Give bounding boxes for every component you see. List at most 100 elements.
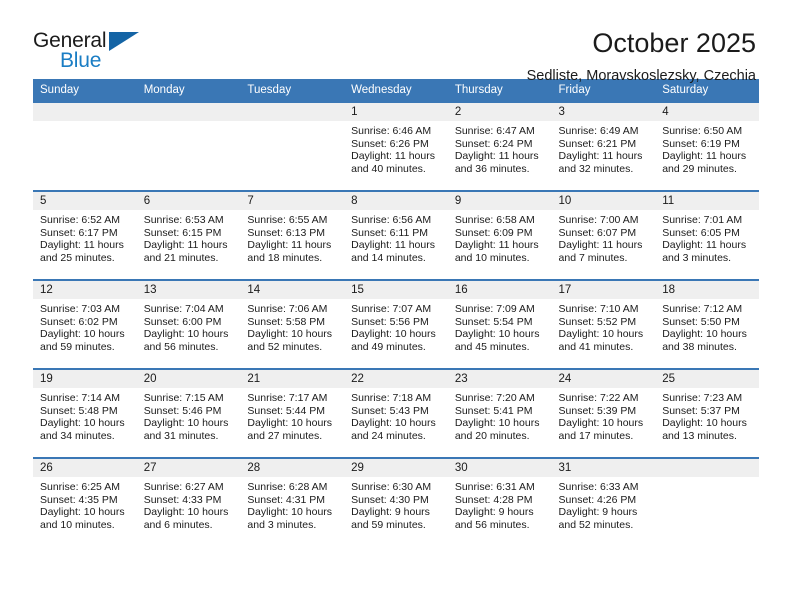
calendar-day-cell[interactable]: 22 Sunrise: 7:18 AM Sunset: 5:43 PM Dayligh…	[344, 368, 448, 458]
calendar-day-cell[interactable]: 10 Sunrise: 7:00 AM Sunset: 6:07 PM Dayligh…	[551, 190, 656, 280]
day-sun-info: Sunrise: 7:17 AM Sunset: 5:44 PM Daylight:…	[240, 388, 344, 442]
day-sun-info: Sunrise: 6:58 AM Sunset: 6:09 PM Daylight:…	[448, 210, 552, 264]
calendar-day-cell[interactable]: 25 Sunrise: 7:23 AM Sunset: 5:37 PM Dayligh…	[655, 368, 759, 458]
calendar-day-cell[interactable]: 16 Sunrise: 7:09 AM Sunset: 5:54 PM Dayligh…	[447, 279, 552, 369]
calendar-day-cell[interactable]: 4 Sunrise: 6:50 AM Sunset: 6:19 PM Daylight…	[655, 101, 759, 191]
calendar-day-cell[interactable]: 13 Sunrise: 7:04 AM Sunset: 6:00 PM Dayligh…	[136, 279, 241, 369]
daylight-text: Daylight: 10 hours and 27 minutes.	[247, 417, 333, 442]
day-sun-info: Sunrise: 7:09 AM Sunset: 5:54 PM Daylight:…	[448, 299, 552, 353]
calendar-day-cell[interactable]: 28 Sunrise: 6:28 AM Sunset: 4:31 PM Dayligh…	[240, 457, 345, 547]
calendar-day-cell[interactable]: 8 Sunrise: 6:56 AM Sunset: 6:11 PM Daylight…	[344, 190, 448, 280]
day-sun-info: Sunrise: 7:06 AM Sunset: 5:58 PM Daylight:…	[240, 299, 344, 353]
sunrise-text: Sunrise: 7:22 AM	[558, 392, 639, 404]
day-sun-info: Sunrise: 7:12 AM Sunset: 5:50 PM Daylight:…	[655, 299, 759, 353]
sunrise-text: Sunrise: 6:25 AM	[40, 481, 120, 493]
day-number: 26	[33, 459, 137, 477]
day-number: 15	[344, 281, 448, 299]
day-number: 27	[136, 459, 241, 477]
calendar-day-cell[interactable]: 7 Sunrise: 6:55 AM Sunset: 6:13 PM Daylight…	[240, 190, 345, 280]
day-number: 14	[240, 281, 345, 299]
daylight-text: Daylight: 11 hours and 3 minutes.	[662, 239, 747, 264]
calendar-day-cell[interactable]: 11 Sunrise: 7:01 AM Sunset: 6:05 PM Dayligh…	[655, 190, 759, 280]
day-sun-info: Sunrise: 6:50 AM Sunset: 6:19 PM Daylight:…	[655, 121, 759, 175]
calendar-day-cell[interactable]: 30 Sunrise: 6:31 AM Sunset: 4:28 PM Dayligh…	[447, 457, 552, 547]
calendar-day-cell[interactable]: 23 Sunrise: 7:20 AM Sunset: 5:41 PM Dayligh…	[447, 368, 552, 458]
day-number: 17	[551, 281, 656, 299]
sunset-text: Sunset: 6:09 PM	[454, 226, 533, 239]
daylight-text: Daylight: 10 hours and 45 minutes.	[454, 328, 540, 353]
sunset-text: Sunset: 5:43 PM	[351, 404, 429, 417]
title-block: October 2025 Sedliste, Moravskoslezsky, …	[155, 28, 759, 86]
sunrise-text: Sunrise: 7:10 AM	[558, 303, 639, 315]
general-blue-logo[interactable]: General Blue	[33, 28, 155, 78]
daylight-text: Daylight: 10 hours and 6 minutes.	[143, 506, 229, 531]
daylight-text: Daylight: 11 hours and 40 minutes.	[351, 150, 435, 175]
calendar-day-cell[interactable]: 18 Sunrise: 7:12 AM Sunset: 5:50 PM Dayligh…	[655, 279, 759, 369]
day-number	[240, 103, 345, 121]
calendar-day-cell[interactable]: 21 Sunrise: 7:17 AM Sunset: 5:44 PM Dayligh…	[240, 368, 345, 458]
calendar-day-cell[interactable]: 15 Sunrise: 7:07 AM Sunset: 5:56 PM Dayligh…	[344, 279, 448, 369]
day-number: 5	[33, 192, 137, 210]
sunrise-text: Sunrise: 6:33 AM	[558, 481, 639, 493]
sunset-text: Sunset: 6:07 PM	[558, 226, 637, 239]
day-number	[33, 103, 137, 121]
sunrise-text: Sunrise: 7:12 AM	[662, 303, 743, 315]
sunset-text: Sunset: 6:19 PM	[662, 137, 740, 150]
page-header: General Blue October 2025 Sedliste, Mora…	[33, 0, 759, 84]
sunrise-text: Sunrise: 6:46 AM	[351, 125, 432, 137]
sunset-text: Sunset: 5:41 PM	[454, 404, 533, 417]
day-number: 8	[344, 192, 448, 210]
calendar-day-cell[interactable]: 19 Sunrise: 7:14 AM Sunset: 5:48 PM Dayligh…	[33, 368, 137, 458]
sunrise-text: Sunrise: 7:14 AM	[40, 392, 120, 404]
calendar-day-cell[interactable]: 5 Sunrise: 6:52 AM Sunset: 6:17 PM Daylight…	[33, 190, 137, 280]
sunrise-text: Sunrise: 7:15 AM	[143, 392, 224, 404]
daylight-text: Daylight: 10 hours and 38 minutes.	[662, 328, 747, 353]
sunset-text: Sunset: 6:24 PM	[454, 137, 533, 150]
logo-triangle-icon	[109, 32, 139, 51]
calendar-day-cell[interactable]: 9 Sunrise: 6:58 AM Sunset: 6:09 PM Daylight…	[447, 190, 552, 280]
day-sun-info: Sunrise: 6:46 AM Sunset: 6:26 PM Daylight:…	[344, 121, 448, 175]
day-number: 9	[447, 192, 552, 210]
day-sun-info: Sunrise: 7:22 AM Sunset: 5:39 PM Daylight:…	[552, 388, 656, 442]
day-sun-info: Sunrise: 7:15 AM Sunset: 5:46 PM Daylight:…	[137, 388, 241, 442]
calendar-day-cell[interactable]: 20 Sunrise: 7:15 AM Sunset: 5:46 PM Dayligh…	[136, 368, 241, 458]
calendar-week-row: 12 Sunrise: 7:03 AM Sunset: 6:02 PM Dayligh…	[33, 279, 759, 369]
calendar-day-cell[interactable]: 26 Sunrise: 6:25 AM Sunset: 4:35 PM Dayligh…	[33, 457, 137, 547]
day-number: 6	[136, 192, 241, 210]
calendar-day-cell[interactable]: 12 Sunrise: 7:03 AM Sunset: 6:02 PM Dayligh…	[33, 279, 137, 369]
day-sun-info: Sunrise: 7:00 AM Sunset: 6:07 PM Daylight:…	[552, 210, 656, 264]
calendar-day-cell[interactable]: 27 Sunrise: 6:27 AM Sunset: 4:33 PM Dayligh…	[136, 457, 241, 547]
weekday-header-sunday: Sunday	[33, 79, 137, 102]
sunset-text: Sunset: 4:33 PM	[143, 493, 222, 506]
daylight-text: Daylight: 10 hours and 24 minutes.	[351, 417, 436, 442]
calendar-day-cell[interactable]: 29 Sunrise: 6:30 AM Sunset: 4:30 PM Dayligh…	[344, 457, 448, 547]
calendar-day-cell[interactable]: 31 Sunrise: 6:33 AM Sunset: 4:26 PM Dayligh…	[551, 457, 656, 547]
calendar-day-cell[interactable]: 1 Sunrise: 6:46 AM Sunset: 6:26 PM Daylight…	[344, 101, 448, 191]
day-number: 12	[33, 281, 137, 299]
calendar-body: 1 Sunrise: 6:46 AM Sunset: 6:26 PM Daylight…	[33, 101, 759, 547]
sunrise-text: Sunrise: 7:07 AM	[351, 303, 432, 315]
sunrise-text: Sunrise: 6:58 AM	[454, 214, 535, 226]
daylight-text: Daylight: 10 hours and 13 minutes.	[662, 417, 747, 442]
calendar-day-cell[interactable]: 24 Sunrise: 7:22 AM Sunset: 5:39 PM Dayligh…	[551, 368, 656, 458]
sunset-text: Sunset: 5:44 PM	[247, 404, 326, 417]
calendar-day-cell[interactable]: 14 Sunrise: 7:06 AM Sunset: 5:58 PM Dayligh…	[240, 279, 345, 369]
day-sun-info: Sunrise: 7:20 AM Sunset: 5:41 PM Daylight:…	[448, 388, 552, 442]
calendar-day-cell[interactable]: 17 Sunrise: 7:10 AM Sunset: 5:52 PM Dayligh…	[551, 279, 656, 369]
calendar-day-cell[interactable]: 6 Sunrise: 6:53 AM Sunset: 6:15 PM Daylight…	[136, 190, 241, 280]
daylight-text: Daylight: 11 hours and 25 minutes.	[40, 239, 124, 264]
sunset-text: Sunset: 6:17 PM	[40, 226, 118, 239]
sunset-text: Sunset: 4:35 PM	[40, 493, 118, 506]
day-sun-info: Sunrise: 6:52 AM Sunset: 6:17 PM Daylight:…	[33, 210, 137, 264]
calendar-week-row: 1 Sunrise: 6:46 AM Sunset: 6:26 PM Daylight…	[33, 101, 759, 191]
day-sun-info: Sunrise: 6:31 AM Sunset: 4:28 PM Daylight:…	[448, 477, 552, 531]
calendar-week-row: 19 Sunrise: 7:14 AM Sunset: 5:48 PM Dayligh…	[33, 368, 759, 458]
day-sun-info: Sunrise: 7:23 AM Sunset: 5:37 PM Daylight:…	[655, 388, 759, 442]
calendar-day-cell[interactable]: 3 Sunrise: 6:49 AM Sunset: 6:21 PM Daylight…	[551, 101, 656, 191]
day-sun-info: Sunrise: 6:56 AM Sunset: 6:11 PM Daylight:…	[344, 210, 448, 264]
sunrise-text: Sunrise: 6:53 AM	[143, 214, 224, 226]
calendar-day-cell[interactable]: 2 Sunrise: 6:47 AM Sunset: 6:24 PM Daylight…	[447, 101, 552, 191]
daylight-text: Daylight: 10 hours and 56 minutes.	[143, 328, 229, 353]
day-number: 2	[447, 103, 552, 121]
day-number: 10	[551, 192, 656, 210]
